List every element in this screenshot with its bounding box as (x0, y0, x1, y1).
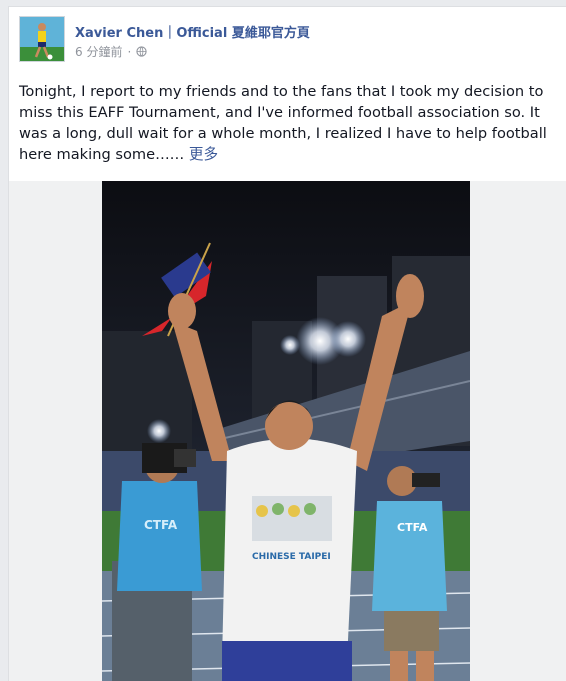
post-header: Xavier Chen｜Official 夏維耶官方頁 6 分鐘前 · (19, 16, 549, 64)
see-more-link[interactable]: 更多 (189, 146, 218, 163)
post-meta: 6 分鐘前 · (75, 43, 147, 60)
shirt-text: CHINESE TAIPEI (252, 552, 331, 562)
globe-icon[interactable] (136, 46, 147, 57)
post-body: Tonight, I report to my friends and to t… (19, 83, 547, 163)
post-timestamp[interactable]: 6 分鐘前 (75, 43, 122, 60)
photo-container: CTFA CHINESE TAIPEI CTFA (9, 181, 566, 681)
page-avatar[interactable] (19, 16, 65, 62)
author-name-link[interactable]: Xavier Chen｜Official 夏維耶官方頁 (75, 22, 310, 41)
vest-text-left: CTFA (144, 518, 178, 532)
avatar-image (20, 17, 64, 61)
post-text: Tonight, I report to my friends and to t… (19, 81, 549, 165)
vest-text-right: CTFA (397, 521, 428, 534)
photo-image: CTFA CHINESE TAIPEI CTFA (102, 181, 470, 681)
post-card: Xavier Chen｜Official 夏維耶官方頁 6 分鐘前 · Toni… (8, 6, 566, 681)
post-photo[interactable]: CTFA CHINESE TAIPEI CTFA (102, 181, 470, 681)
